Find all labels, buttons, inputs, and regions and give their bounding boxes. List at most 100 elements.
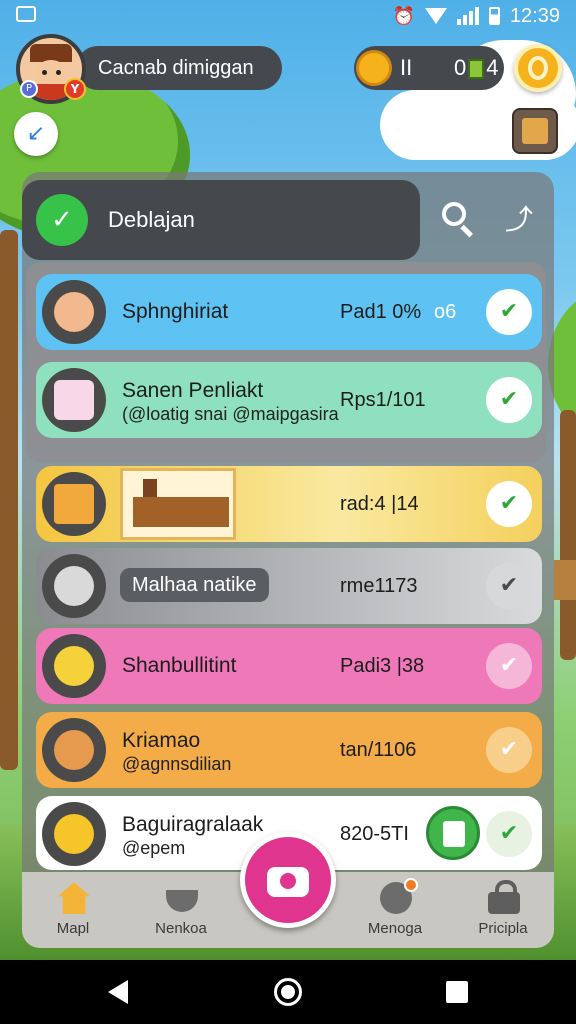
hut — [554, 560, 576, 600]
back-button[interactable]: ↙ — [14, 112, 58, 156]
gem-count-value: 0 — [454, 55, 467, 80]
search-button[interactable] — [440, 200, 480, 240]
row-name: Malhaa natike — [120, 568, 269, 602]
check-button[interactable]: ✔ — [486, 811, 532, 857]
alarm-icon: ⏰ — [392, 5, 415, 26]
coin-ring-icon — [528, 56, 548, 80]
username-label[interactable]: Cacnab dimiggan — [76, 46, 282, 90]
document-icon — [443, 821, 465, 847]
check-button[interactable]: ✔ — [486, 481, 532, 527]
list-item[interactable]: rad:4 |14 ✔ — [36, 466, 542, 542]
battery-icon — [488, 7, 500, 25]
check-button[interactable]: ✔ — [486, 727, 532, 773]
trend-icon: ⤴ — [504, 203, 533, 236]
currency-pill[interactable]: II 04 — [354, 46, 504, 90]
profile-header: Cacnab dimiggan P Y II 04 — [14, 34, 564, 104]
wifi-icon — [424, 8, 447, 24]
system-navigation-bar — [0, 960, 576, 1024]
row-name: Sanen Penliakt — [122, 379, 264, 402]
check-icon: ✔ — [499, 573, 519, 598]
list-item[interactable]: Sanen Penliakt (@loatig snai @maipgasira… — [36, 362, 542, 438]
boy-avatar-icon — [54, 730, 94, 770]
magnifier-icon — [54, 566, 94, 606]
lock-icon — [488, 880, 520, 914]
check-button[interactable]: ✔ — [486, 377, 532, 423]
check-icon: ✔ — [499, 653, 519, 678]
list-item[interactable]: Shanbullitint Padi3 |38 ✔ — [36, 628, 542, 704]
check-icon: ✔ — [499, 387, 519, 412]
row-subtitle: @agnnsdilian — [122, 754, 232, 774]
row-avatar — [42, 472, 106, 536]
back-arrow-icon: ↙ — [26, 121, 46, 146]
notification-dot — [404, 878, 418, 892]
gem-count: 04 — [454, 46, 499, 90]
panel-header: ✓ Deblajan — [22, 180, 420, 260]
nav-item-nenkoa[interactable]: Nenkoa — [136, 872, 226, 948]
cup-icon — [54, 380, 94, 420]
status-time: 12:39 — [509, 4, 560, 27]
row-subtitle: (@loatig snai @maipgasira — [122, 404, 339, 424]
girl-avatar-icon — [54, 292, 94, 332]
coin-icon — [356, 50, 392, 86]
avatar-platform-badge: P — [20, 80, 38, 98]
book-icon — [522, 118, 548, 144]
home-icon — [58, 882, 90, 914]
map-icon — [54, 484, 94, 524]
avatar-level-badge: Y — [64, 78, 86, 100]
check-button[interactable]: ✔ — [486, 289, 532, 335]
row-avatar — [42, 718, 106, 782]
bowl-icon — [166, 890, 198, 912]
row-extra: o6 — [434, 301, 457, 323]
journal-button[interactable] — [512, 108, 558, 154]
list-item[interactable]: Kriamao @agnnsdilian tan/1106 ✔ — [36, 712, 542, 788]
row-avatar — [42, 368, 106, 432]
building-shape — [133, 497, 229, 527]
gem-icon — [468, 59, 485, 80]
check-button[interactable]: ✔ — [486, 563, 532, 609]
trend-button[interactable]: ⤴ — [498, 200, 540, 240]
system-back-icon[interactable] — [108, 980, 128, 1004]
row-avatar — [42, 280, 106, 344]
row-name: Baguiragralaak — [122, 813, 264, 836]
avatar-eye — [56, 70, 61, 75]
system-home-icon[interactable] — [274, 978, 302, 1006]
row-value: tan/1106 — [340, 739, 417, 761]
check-icon: ✔ — [499, 491, 519, 516]
sun-icon — [54, 814, 94, 854]
coin-count: II — [400, 55, 413, 80]
nav-item-map[interactable]: Mapl — [28, 872, 118, 948]
signal-icon — [456, 7, 479, 25]
nav-label: Pricipla — [478, 920, 528, 937]
check-button[interactable]: ✔ — [486, 643, 532, 689]
row-name: Sphnghiriat — [122, 300, 229, 323]
camera-button[interactable] — [240, 832, 336, 928]
list-item[interactable]: Malhaa natike rme1173 ✔ — [36, 548, 542, 624]
tree-trunk — [560, 410, 576, 660]
list-item[interactable]: Sphnghiriat Pad1 0% o6 ✔ — [36, 274, 542, 350]
row-value: rad:4 |14 — [340, 493, 419, 515]
system-recents-icon[interactable] — [446, 981, 468, 1003]
search-icon-handle — [460, 224, 473, 238]
gallery-notification-icon — [16, 5, 36, 22]
row-avatar — [42, 802, 106, 866]
status-bar: ⏰ 12:39 — [0, 0, 576, 32]
row-subtitle: @epem — [122, 838, 186, 858]
nav-item-pricipla[interactable]: Pricipla — [458, 872, 548, 948]
row-value: rme1173 — [340, 575, 418, 597]
row-name: Kriamao — [122, 729, 201, 752]
smiley-icon — [54, 646, 94, 686]
gold-coin-button[interactable] — [514, 44, 562, 92]
avatar-eye — [42, 70, 47, 75]
nav-item-menoga[interactable]: Menoga — [350, 872, 440, 948]
nav-label: Mapl — [56, 920, 90, 937]
document-button[interactable] — [426, 806, 480, 860]
panel-title: Deblajan — [108, 207, 195, 232]
gem-count-suffix: 4 — [486, 55, 499, 80]
status-left — [16, 5, 383, 28]
row-value: Padi3 |38 — [340, 655, 425, 677]
row-name: Shanbullitint — [122, 654, 237, 677]
building-picture — [120, 468, 236, 540]
tree-trunk — [0, 230, 18, 770]
nav-label: Nenkoa — [155, 920, 207, 937]
row-value: Pad1 0% — [340, 301, 422, 323]
